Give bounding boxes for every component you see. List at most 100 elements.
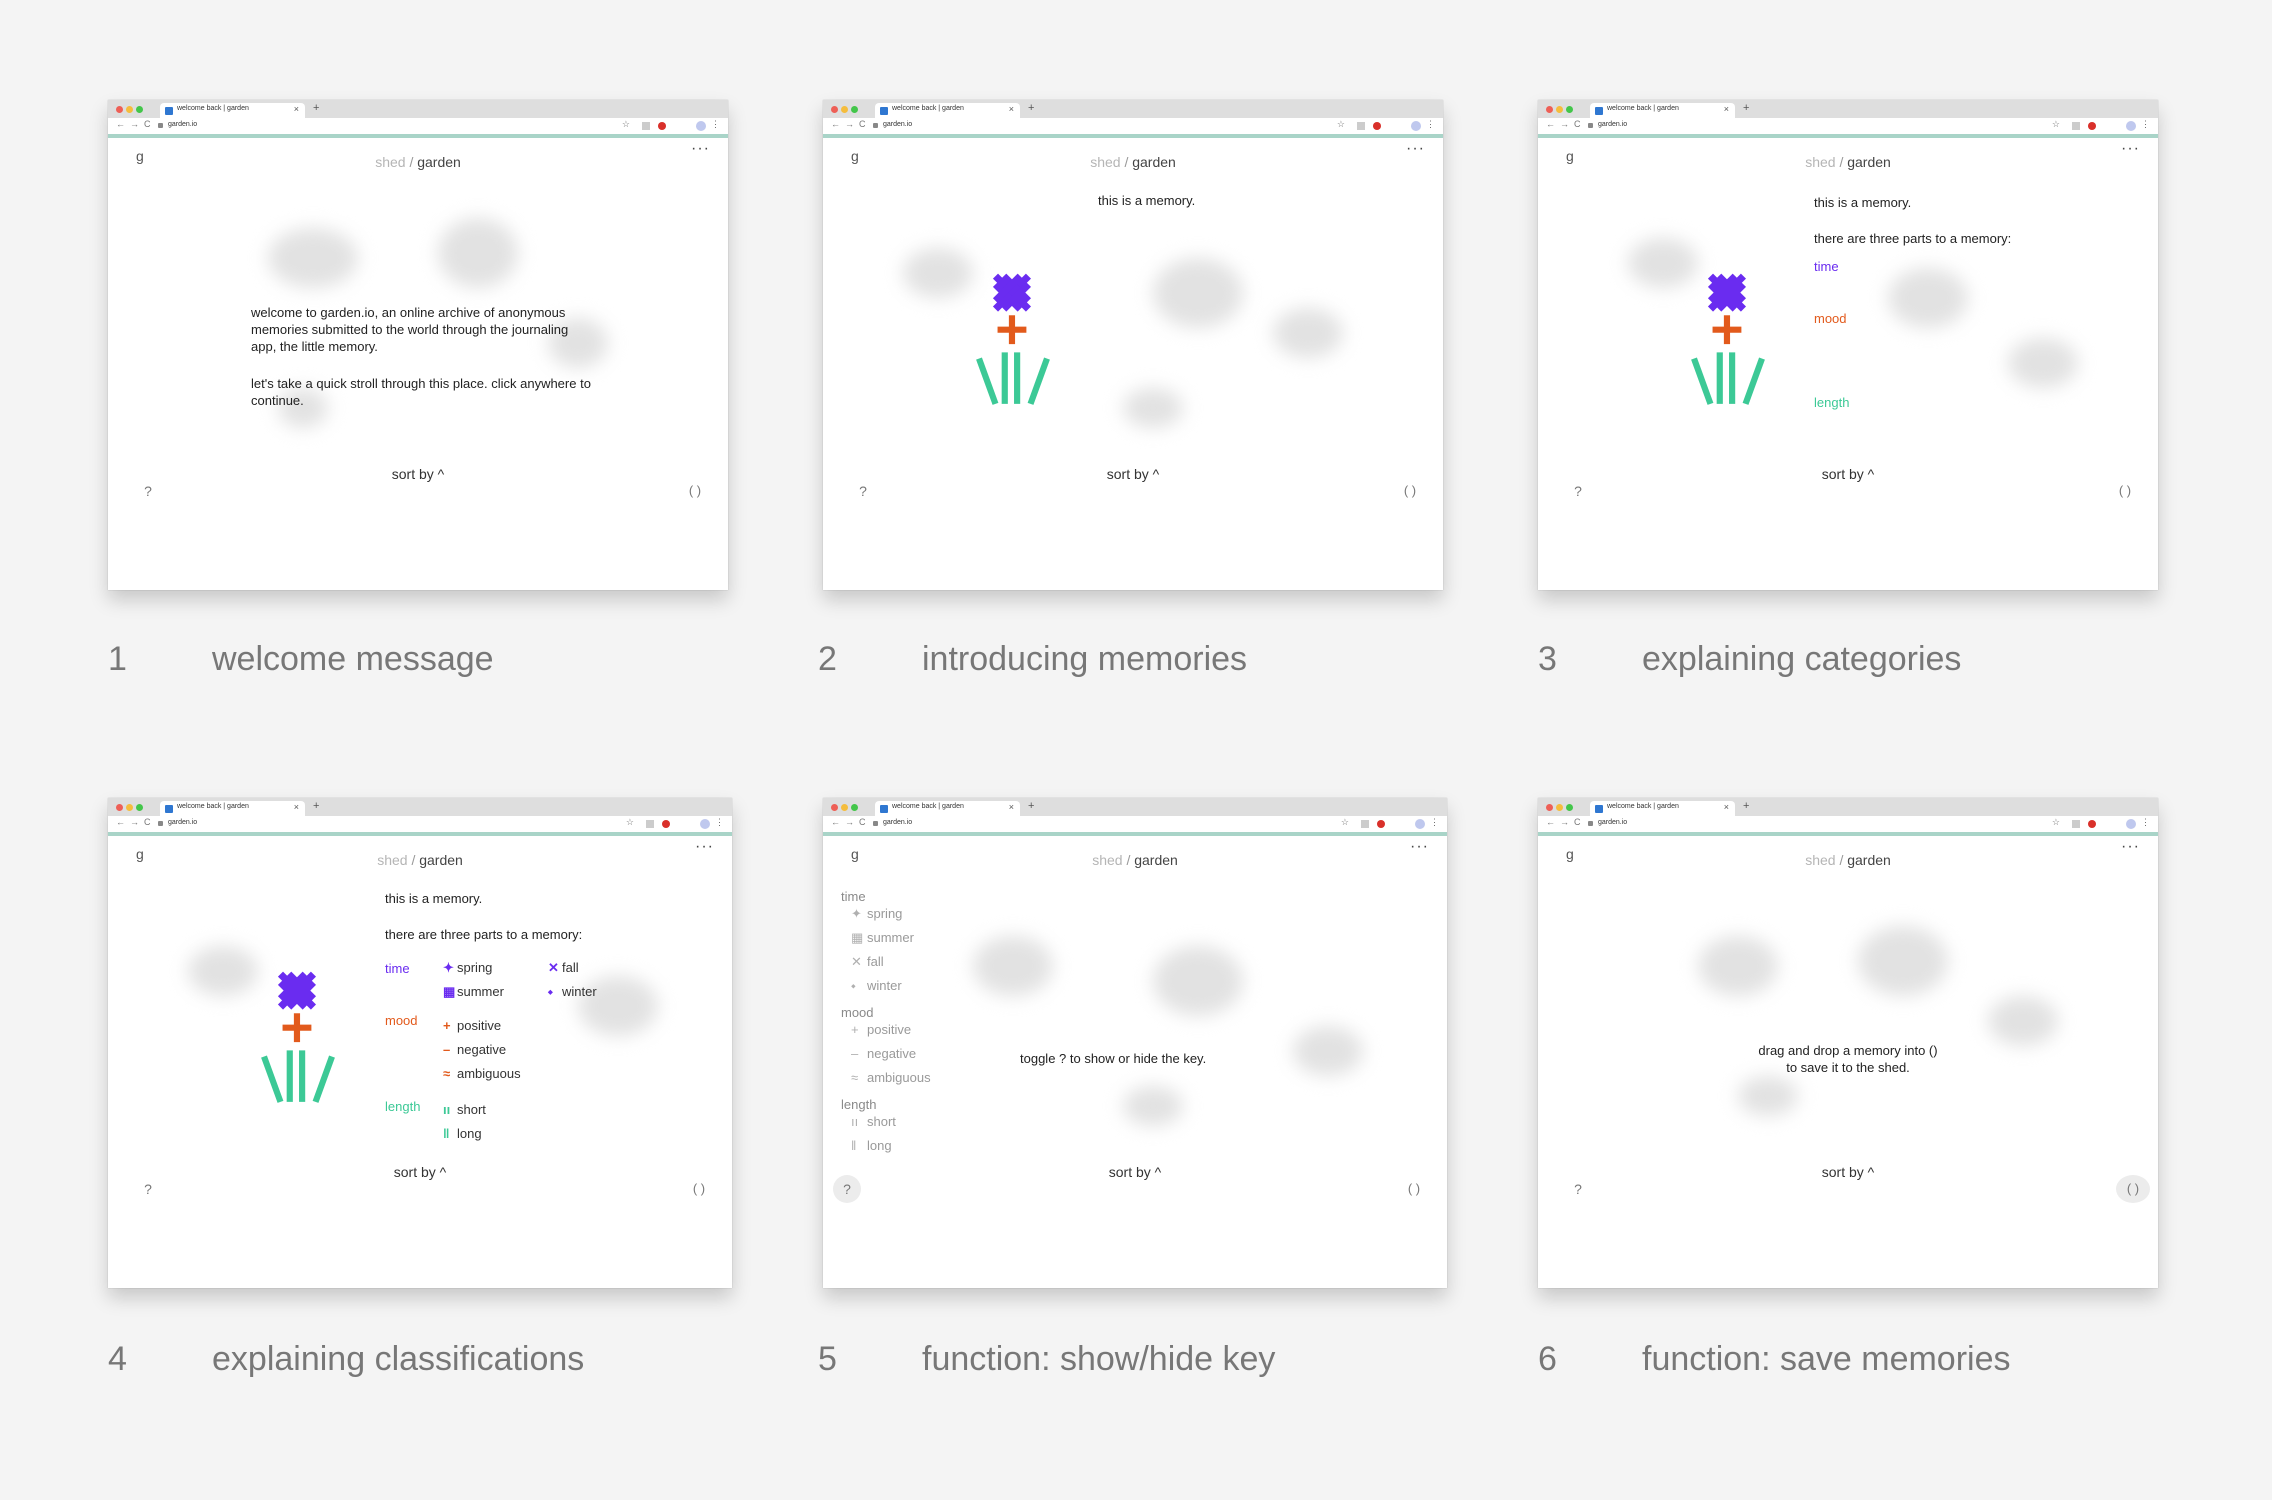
browser-menu-icon[interactable]: ⋮ [1430, 817, 1439, 828]
save-drop-target[interactable]: ( ) [1395, 477, 1425, 505]
maximize-window-button[interactable] [851, 106, 858, 113]
close-window-button[interactable] [1546, 106, 1553, 113]
bookmark-star-icon[interactable]: ☆ [1337, 119, 1345, 130]
forward-icon[interactable]: → [130, 817, 139, 827]
garden-page[interactable]: g shed / garden ··· time ✦ spring ▦ summer… [823, 836, 1447, 1288]
forward-icon[interactable]: → [1560, 817, 1569, 827]
minimize-window-button[interactable] [841, 106, 848, 113]
close-tab-icon[interactable]: × [1724, 104, 1729, 114]
profile-avatar[interactable] [2126, 121, 2136, 131]
browser-menu-icon[interactable]: ⋮ [711, 119, 720, 130]
help-key-toggle[interactable]: ? [849, 477, 877, 505]
url-field[interactable]: garden.io [1598, 121, 1627, 128]
reload-icon[interactable]: C [144, 817, 151, 827]
more-menu-icon[interactable]: ··· [2121, 140, 2140, 158]
close-window-button[interactable] [116, 106, 123, 113]
profile-avatar[interactable] [2126, 819, 2136, 829]
url-field[interactable]: garden.io [168, 121, 197, 128]
forward-icon[interactable]: → [1560, 119, 1569, 129]
memory-flower[interactable] [1678, 272, 1778, 408]
profile-avatar[interactable] [1415, 819, 1425, 829]
sort-by-button[interactable]: sort by ^ [823, 466, 1443, 482]
extension-icon[interactable] [2072, 820, 2080, 828]
shed-link[interactable]: shed [377, 852, 407, 868]
bookmark-star-icon[interactable]: ☆ [2052, 817, 2060, 828]
minimize-window-button[interactable] [1556, 106, 1563, 113]
save-drop-target[interactable]: ( ) [2116, 1175, 2150, 1203]
new-tab-button[interactable]: + [1028, 102, 1034, 114]
memory-flower[interactable] [963, 272, 1063, 408]
garden-page[interactable]: g shed / garden ··· this is a memory. th… [1538, 138, 2158, 590]
garden-page[interactable]: g shed / garden ··· this is a memory. so… [823, 138, 1443, 590]
forward-icon[interactable]: → [130, 119, 139, 129]
back-icon[interactable]: ← [116, 817, 125, 827]
save-drop-target[interactable]: ( ) [2110, 477, 2140, 505]
garden-page[interactable]: g shed / garden ··· drag and drop a memo… [1538, 836, 2158, 1288]
help-key-toggle[interactable]: ? [134, 1175, 162, 1203]
save-drop-target[interactable]: ( ) [684, 1175, 714, 1203]
garden-link[interactable]: garden [1134, 852, 1178, 868]
back-icon[interactable]: ← [831, 119, 840, 129]
reload-icon[interactable]: C [859, 119, 866, 129]
sort-by-button[interactable]: sort by ^ [108, 1164, 732, 1180]
maximize-window-button[interactable] [136, 804, 143, 811]
browser-tab[interactable]: welcome back | garden × [875, 103, 1020, 118]
browser-tab[interactable]: welcome back | garden × [160, 103, 305, 118]
adblock-extension-icon[interactable] [658, 122, 666, 130]
close-tab-icon[interactable]: × [1009, 104, 1014, 114]
url-field[interactable]: garden.io [168, 819, 197, 826]
close-window-button[interactable] [831, 804, 838, 811]
back-icon[interactable]: ← [1546, 817, 1555, 827]
close-window-button[interactable] [1546, 804, 1553, 811]
help-key-toggle[interactable]: ? [134, 477, 162, 505]
browser-tab[interactable]: welcome back | garden × [875, 801, 1020, 816]
maximize-window-button[interactable] [136, 106, 143, 113]
shed-link[interactable]: shed [1805, 154, 1835, 170]
browser-menu-icon[interactable]: ⋮ [2141, 817, 2150, 828]
more-menu-icon[interactable]: ··· [1410, 838, 1429, 856]
minimize-window-button[interactable] [841, 804, 848, 811]
garden-link[interactable]: garden [419, 852, 463, 868]
reload-icon[interactable]: C [1574, 817, 1581, 827]
browser-menu-icon[interactable]: ⋮ [2141, 119, 2150, 130]
shed-link[interactable]: shed [1090, 154, 1120, 170]
back-icon[interactable]: ← [1546, 119, 1555, 129]
adblock-extension-icon[interactable] [662, 820, 670, 828]
url-field[interactable]: garden.io [883, 121, 912, 128]
maximize-window-button[interactable] [851, 804, 858, 811]
more-menu-icon[interactable]: ··· [691, 140, 710, 158]
browser-menu-icon[interactable]: ⋮ [1426, 119, 1435, 130]
close-window-button[interactable] [831, 106, 838, 113]
extension-icon[interactable] [646, 820, 654, 828]
new-tab-button[interactable]: + [1028, 800, 1034, 812]
help-key-toggle[interactable]: ? [1564, 477, 1592, 505]
shed-link[interactable]: shed [1092, 852, 1122, 868]
memory-flower[interactable] [248, 970, 348, 1106]
profile-avatar[interactable] [1411, 121, 1421, 131]
close-window-button[interactable] [116, 804, 123, 811]
sort-by-button[interactable]: sort by ^ [108, 466, 728, 482]
bookmark-star-icon[interactable]: ☆ [1341, 817, 1349, 828]
adblock-extension-icon[interactable] [1373, 122, 1381, 130]
save-drop-target[interactable]: ( ) [680, 477, 710, 505]
more-menu-icon[interactable]: ··· [2121, 838, 2140, 856]
browser-menu-icon[interactable]: ⋮ [715, 817, 724, 828]
minimize-window-button[interactable] [126, 804, 133, 811]
new-tab-button[interactable]: + [313, 800, 319, 812]
minimize-window-button[interactable] [1556, 804, 1563, 811]
extension-icon[interactable] [1361, 820, 1369, 828]
adblock-extension-icon[interactable] [1377, 820, 1385, 828]
help-key-toggle[interactable]: ? [833, 1175, 861, 1203]
garden-link[interactable]: garden [1847, 154, 1891, 170]
bookmark-star-icon[interactable]: ☆ [622, 119, 630, 130]
close-tab-icon[interactable]: × [1724, 802, 1729, 812]
maximize-window-button[interactable] [1566, 804, 1573, 811]
forward-icon[interactable]: → [845, 119, 854, 129]
adblock-extension-icon[interactable] [2088, 122, 2096, 130]
close-tab-icon[interactable]: × [294, 802, 299, 812]
forward-icon[interactable]: → [845, 817, 854, 827]
garden-link[interactable]: garden [1132, 154, 1176, 170]
profile-avatar[interactable] [696, 121, 706, 131]
garden-page[interactable]: g shed / garden ··· this is a memory. th… [108, 836, 732, 1288]
url-field[interactable]: garden.io [883, 819, 912, 826]
